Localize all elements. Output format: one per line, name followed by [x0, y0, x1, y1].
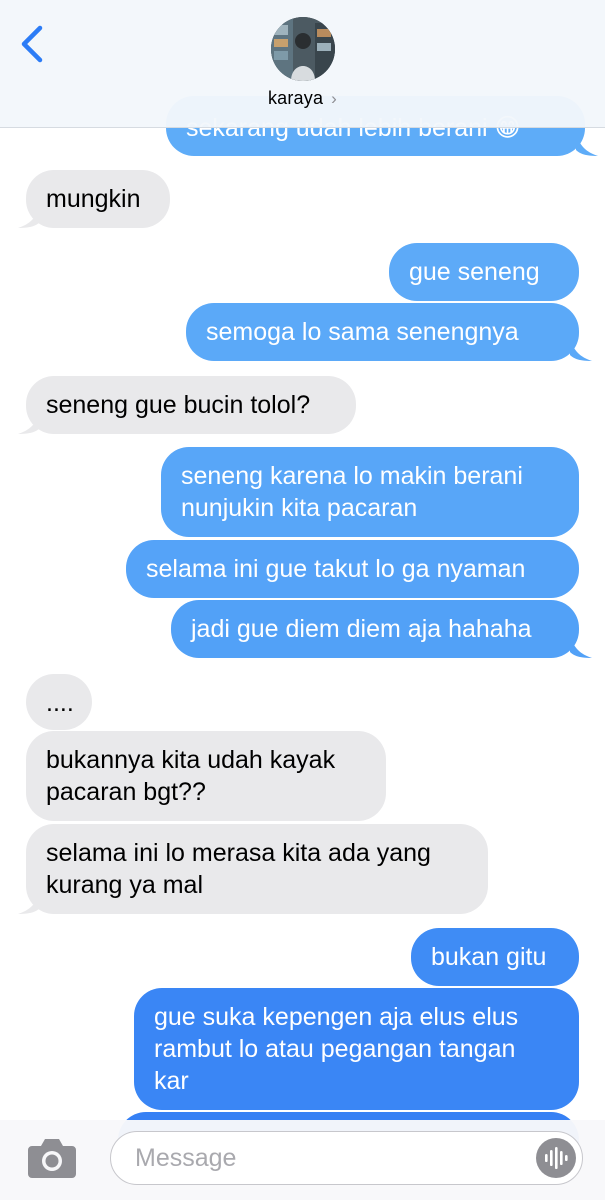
message-incoming[interactable]: selama ini lo merasa kita ada yang kuran…: [26, 824, 488, 914]
message-outgoing[interactable]: jadi gue diem diem aja hahaha: [171, 600, 579, 658]
chevron-left-icon[interactable]: [18, 24, 48, 64]
waveform-glyph: [545, 1147, 568, 1169]
message-outgoing[interactable]: gue suka kepengen aja elus elus rambut l…: [134, 988, 579, 1110]
message-input-placeholder: Message: [135, 1144, 237, 1172]
waveform-icon[interactable]: [536, 1138, 576, 1178]
message-incoming[interactable]: seneng gue bucin tolol?: [26, 376, 356, 434]
bubble-tail: [570, 636, 592, 658]
message-incoming[interactable]: bukannya kita udah kayak pacaran bgt??: [26, 731, 386, 821]
contact-name[interactable]: karaya ›: [0, 88, 605, 109]
message-outgoing[interactable]: bukan gitu: [411, 928, 579, 986]
avatar-photo: [271, 17, 335, 81]
message-thread: sekarang udah lebih berani 😁 mungkin gue…: [0, 0, 605, 1200]
message-outgoing[interactable]: selama ini gue takut lo ga nyaman: [126, 540, 579, 598]
avatar[interactable]: [271, 17, 335, 81]
chevron-right-icon: ›: [331, 89, 338, 108]
bubble-tail: [18, 206, 40, 228]
conversation-header: karaya ›: [0, 0, 605, 128]
message-incoming[interactable]: mungkin: [26, 170, 170, 228]
bubble-tail: [18, 412, 40, 434]
bubble-tail: [576, 134, 598, 156]
message-outgoing[interactable]: semoga lo sama senengnya: [186, 303, 579, 361]
message-outgoing[interactable]: seneng karena lo makin berani nunjukin k…: [161, 447, 579, 537]
message-input[interactable]: Message: [110, 1131, 583, 1185]
message-outgoing[interactable]: gue seneng: [389, 243, 579, 301]
camera-icon[interactable]: [26, 1134, 78, 1180]
contact-name-label: karaya: [267, 88, 324, 108]
bubble-tail: [18, 892, 40, 914]
message-incoming[interactable]: ....: [26, 674, 92, 730]
bubble-tail: [570, 339, 592, 361]
